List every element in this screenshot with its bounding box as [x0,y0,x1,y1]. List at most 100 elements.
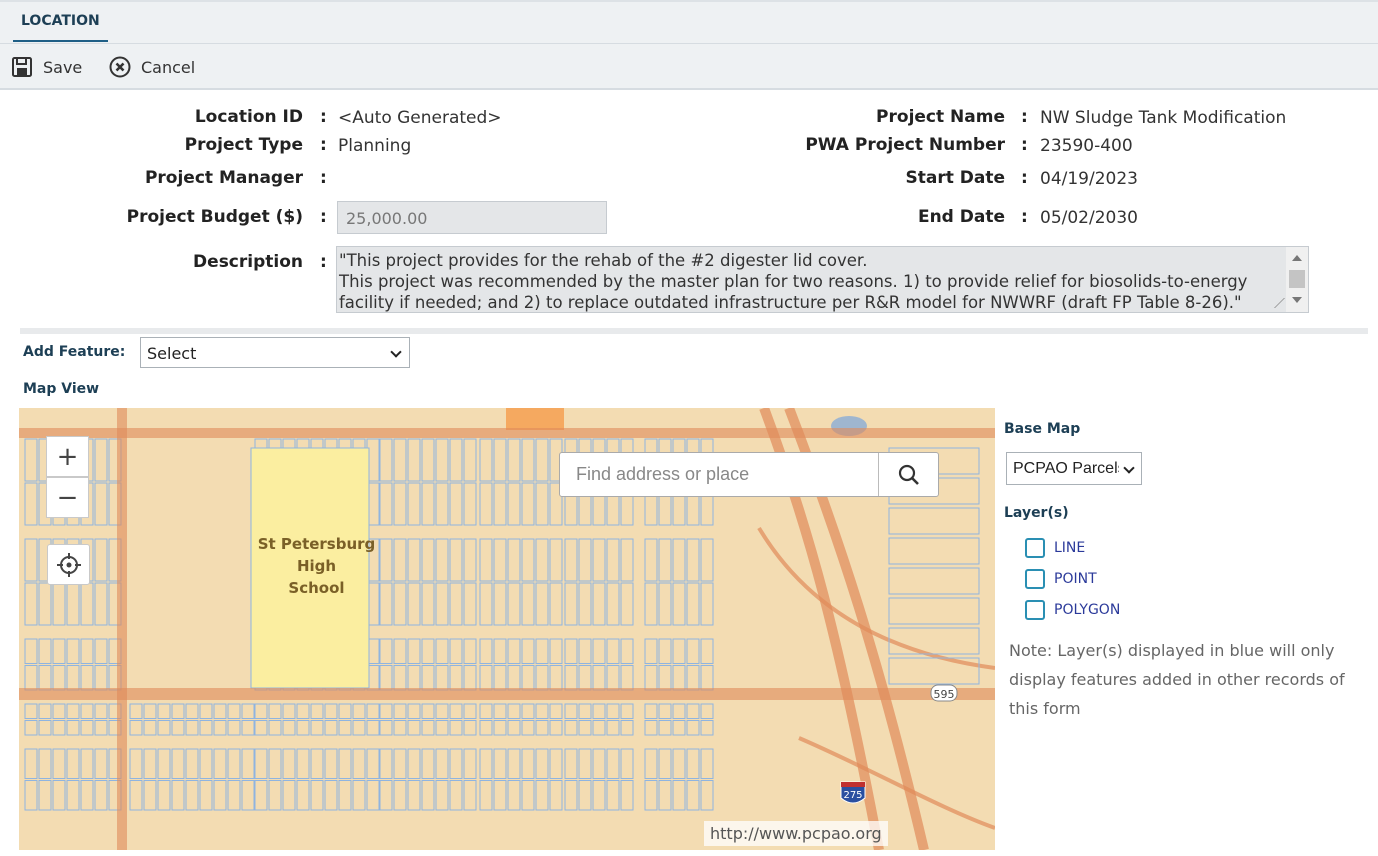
parcel [535,703,549,719]
parcel [24,582,38,626]
parcel [366,703,380,719]
parcel [507,582,521,626]
parcel [338,748,352,779]
parcel [38,720,52,736]
parcel [24,638,38,664]
parcel [463,780,477,811]
parcel [296,703,310,719]
parcel [620,720,634,736]
parcel [606,665,620,691]
parcel [94,638,108,664]
parcel [24,438,38,482]
parcel [564,638,578,664]
parcel [213,780,227,811]
parcel [493,748,507,779]
add-feature-select[interactable]: Select [140,337,410,368]
scroll-down-icon[interactable] [1292,297,1302,303]
scroll-thumb[interactable] [1289,270,1305,288]
parcel [672,748,686,779]
parcel [171,748,185,779]
parcel [435,482,449,526]
parcel [24,665,38,691]
parcel [620,538,634,582]
scroll-up-icon[interactable] [1292,255,1302,261]
map-view[interactable]: 595 275 St Petersburg High School + − htt… [19,408,995,850]
parcel [644,582,658,626]
parcel [310,720,324,736]
parcel [672,582,686,626]
parcel [66,703,80,719]
layer-polygon-checkbox[interactable]: POLYGON [1025,599,1120,621]
parcel [606,748,620,779]
parcel [449,748,463,779]
checkbox[interactable] [1025,569,1045,589]
parcel [479,748,493,779]
parcel [507,748,521,779]
project-name-label: Project Name [876,107,1005,127]
toolbar: Save Cancel [0,44,1378,90]
parcel [157,703,171,719]
parcel [435,538,449,582]
parcel [241,703,255,719]
description-scrollbar[interactable] [1286,247,1308,312]
layer-point-checkbox[interactable]: POINT [1025,568,1097,590]
parcel [352,720,366,736]
parcel [658,638,672,664]
tab-location[interactable]: LOCATION [13,2,108,42]
road [117,408,127,850]
parcel [888,507,980,535]
zoom-in-button[interactable]: + [46,436,89,477]
zoom-out-button[interactable]: − [46,477,89,518]
parcel [606,720,620,736]
parcel [606,703,620,719]
save-button[interactable]: Save [11,55,82,79]
parcel [407,665,421,691]
map-search-input[interactable] [560,453,878,496]
parcel [672,665,686,691]
parcel [606,780,620,811]
parcel [592,638,606,664]
description-textarea[interactable]: "This project provides for the rehab of … [336,246,1309,313]
cancel-button[interactable]: Cancel [109,55,195,79]
parcel [493,482,507,526]
locate-button[interactable] [47,544,90,585]
parcel [493,665,507,691]
parcel [549,665,563,691]
parcel [393,665,407,691]
parcel [535,582,549,626]
parcel [94,748,108,779]
parcel [549,582,563,626]
parcel [700,703,714,719]
parcel [658,720,672,736]
base-map-select[interactable]: PCPAO Parcels [1006,452,1142,485]
parcel [338,780,352,811]
layer-line-checkbox[interactable]: LINE [1025,537,1085,559]
map-search-button[interactable] [878,453,938,496]
parcel [493,582,507,626]
divider [20,328,1368,334]
parcel [449,703,463,719]
parcel [463,720,477,736]
parcel [521,638,535,664]
layer-label: LINE [1054,540,1086,556]
parcel [393,703,407,719]
parcel [185,703,199,719]
parcel [24,703,38,719]
parcel [421,582,435,626]
start-date-value: 04/19/2023 [1040,169,1138,189]
colon: : [320,252,327,272]
parcel [686,720,700,736]
checkbox[interactable] [1025,538,1045,558]
parcel [435,665,449,691]
parcel [435,438,449,482]
parcel [521,438,535,482]
parcel [449,438,463,482]
checkbox[interactable] [1025,600,1045,620]
parcel [493,703,507,719]
parcel [157,748,171,779]
parcel [129,720,143,736]
parcel [564,703,578,719]
parcel [407,748,421,779]
parcel [66,780,80,811]
parcel [80,720,94,736]
